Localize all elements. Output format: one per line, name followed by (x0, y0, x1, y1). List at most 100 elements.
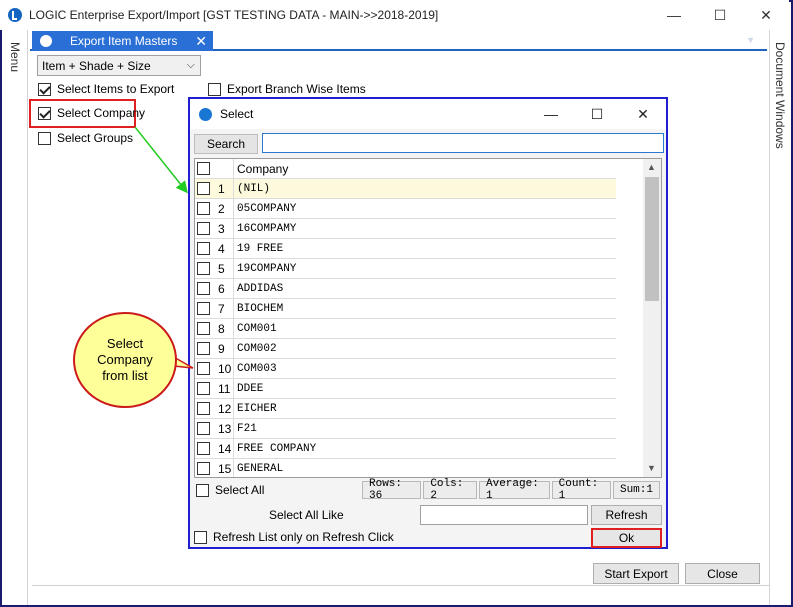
search-input[interactable] (262, 133, 664, 153)
grid-row[interactable]: 8 COM001 (195, 318, 616, 339)
tab-close-icon[interactable]: ✕ (195, 33, 207, 50)
grid-scrollbar[interactable]: ▲ ▼ (643, 159, 661, 477)
export-type-value: Item + Shade + Size (42, 58, 151, 73)
tab-overflow-icon[interactable]: ▼ (746, 35, 755, 45)
grid-row[interactable]: 2 05COMPANY (195, 198, 616, 219)
start-export-button[interactable]: Start Export (593, 563, 679, 584)
checkbox-icon (196, 483, 209, 497)
tab-label: Export Item Masters (70, 34, 178, 48)
row-check-cell: 12 (195, 398, 234, 419)
row-number: 6 (218, 281, 225, 296)
chevron-down-icon: ⌵ (186, 59, 195, 71)
search-button[interactable]: Search (194, 134, 258, 154)
select-company-checkbox[interactable]: Select Company (38, 106, 145, 120)
column-header-company[interactable]: Company (234, 162, 288, 176)
row-checkbox[interactable] (197, 322, 210, 335)
scroll-up-icon[interactable]: ▲ (647, 162, 656, 172)
stat-cols: Cols: 2 (423, 478, 477, 502)
company-name: 19 FREE (237, 242, 284, 255)
branch-wise-checkbox[interactable]: Export Branch Wise Items (208, 82, 366, 96)
row-checkbox[interactable] (197, 402, 210, 415)
row-checkbox[interactable] (197, 262, 210, 275)
grid-row[interactable]: 4 19 FREE (195, 238, 616, 259)
company-name: COM001 (237, 322, 277, 335)
row-number: 9 (218, 341, 225, 356)
row-checkbox[interactable] (197, 382, 210, 395)
select-all-like-label: Select All Like (269, 508, 344, 522)
dialog-minimize-button[interactable]: — (528, 99, 574, 129)
select-dialog: Select — ☐ ✕ Search Company 1 (NIL) 2 05COM… (188, 97, 668, 549)
row-checkbox[interactable] (197, 422, 210, 435)
scroll-down-icon[interactable]: ▼ (647, 463, 656, 473)
grid-row[interactable]: 15 GENERAL (195, 458, 616, 477)
row-checkbox[interactable] (197, 342, 210, 355)
minimize-button[interactable]: — (651, 0, 697, 30)
row-number: 8 (218, 321, 225, 336)
select-all-checkbox[interactable]: Select All (196, 483, 264, 497)
row-number: 10 (218, 361, 232, 376)
grid-row[interactable]: 3 16COMPAMY (195, 218, 616, 239)
grid-row[interactable]: 6 ADDIDAS (195, 278, 616, 299)
dialog-maximize-button[interactable]: ☐ (574, 99, 620, 129)
refresh-button[interactable]: Refresh (591, 505, 662, 525)
dialog-close-button[interactable]: ✕ (620, 99, 666, 129)
ok-button[interactable]: Ok (591, 528, 662, 548)
company-name: FREE COMPANY (237, 442, 317, 455)
row-check-cell: 14 (195, 438, 234, 459)
menu-label[interactable]: Menu (8, 42, 22, 72)
select-items-checkbox[interactable]: Select Items to Export (38, 82, 174, 96)
tab-strip: Export Item Masters ✕ ▼ (30, 31, 767, 51)
export-type-select[interactable]: Item + Shade + Size ⌵ (37, 55, 201, 76)
title-bar: LOGIC Enterprise Export/Import [GST TEST… (0, 0, 789, 30)
refresh-only-label: Refresh List only on Refresh Click (213, 530, 394, 544)
row-checkbox[interactable] (197, 302, 210, 315)
grid-row[interactable]: 13 F21 (195, 418, 616, 439)
close-form-button[interactable]: Close (685, 563, 760, 584)
row-checkbox[interactable] (197, 362, 210, 375)
row-number: 5 (218, 261, 225, 276)
dialog-logo-icon (199, 107, 212, 121)
company-name: COM003 (237, 362, 277, 375)
row-check-cell: 4 (195, 238, 234, 259)
row-checkbox[interactable] (197, 442, 210, 455)
window-title: LOGIC Enterprise Export/Import [GST TEST… (29, 8, 439, 22)
company-name: 16COMPAMY (237, 222, 297, 235)
company-name: 19COMPANY (237, 262, 297, 275)
company-name: (NIL) (237, 182, 271, 195)
row-checkbox[interactable] (197, 202, 210, 215)
row-checkbox[interactable] (197, 222, 210, 235)
row-checkbox[interactable] (197, 282, 210, 295)
grid-row[interactable]: 12 EICHER (195, 398, 616, 419)
grid-row[interactable]: 14 FREE COMPANY (195, 438, 616, 459)
grid-row[interactable]: 1 (NIL) (195, 178, 616, 199)
select-all-like-input[interactable] (420, 505, 588, 525)
select-groups-checkbox[interactable]: Select Groups (38, 131, 133, 145)
tab-export-item-masters[interactable]: Export Item Masters ✕ (32, 31, 213, 51)
annotation-callout: Select Company from list (73, 312, 177, 408)
checkbox-icon (194, 530, 207, 544)
refresh-only-checkbox[interactable]: Refresh List only on Refresh Click (194, 530, 394, 544)
select-company-label: Select Company (57, 106, 146, 120)
row-checkbox[interactable] (197, 462, 210, 475)
document-windows-rail[interactable]: Document Windows (769, 30, 791, 605)
grid-row[interactable]: 9 COM002 (195, 338, 616, 359)
grid-row[interactable]: 10 COM003 (195, 358, 616, 379)
branch-wise-label: Export Branch Wise Items (227, 82, 366, 96)
row-checkbox[interactable] (197, 182, 210, 195)
dialog-controls: — ☐ ✕ (528, 99, 666, 129)
stat-count: Count: 1 (551, 478, 611, 502)
select-groups-label: Select Groups (57, 131, 134, 145)
close-button[interactable]: ✕ (743, 0, 789, 30)
grid-row[interactable]: 7 BIOCHEM (195, 298, 616, 319)
row-check-cell: 6 (195, 278, 234, 299)
maximize-button[interactable]: ☐ (697, 0, 743, 30)
row-check-cell: 3 (195, 218, 234, 239)
grid-row[interactable]: 11 DDEE (195, 378, 616, 399)
menu-rail[interactable]: Menu (2, 30, 28, 605)
grid-row[interactable]: 5 19COMPANY (195, 258, 616, 279)
row-checkbox[interactable] (197, 242, 210, 255)
scroll-thumb[interactable] (645, 177, 659, 301)
row-number: 7 (218, 301, 225, 316)
document-windows-label[interactable]: Document Windows (773, 42, 787, 149)
header-checkbox[interactable] (197, 162, 210, 175)
